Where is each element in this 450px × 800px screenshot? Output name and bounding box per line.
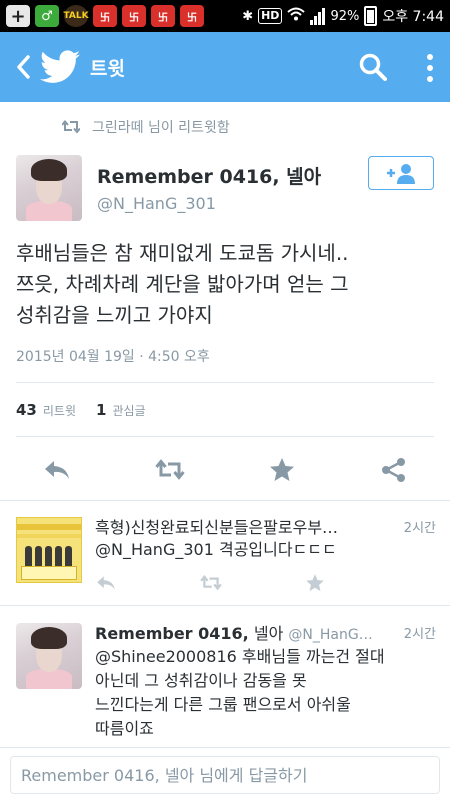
share-icon[interactable] [374, 450, 414, 490]
reply-header: 흑형)신청완료되신분들은팔로우부… [95, 514, 338, 538]
favorite-icon[interactable] [304, 572, 326, 594]
retweeted-by-text[interactable]: 그린라떼 님이 리트윗함 [92, 117, 230, 137]
tweet-text: 후배님들은 참 재미없게 도쿄돔 가시네.. 쯔읏, 차례차례 계단을 밟아가며… [16, 238, 436, 331]
avatar[interactable] [16, 155, 82, 221]
hd-voice-icon: HD [258, 8, 283, 24]
notification-icon-2: 卐 [122, 5, 146, 27]
app-notification-icon: ♂ [35, 5, 59, 27]
notification-icon-1: 卐 [93, 5, 117, 27]
tweet-text-line: 쯔읏, 차례차례 계단을 밟아가며 얻는 그 [16, 272, 349, 296]
retweet-icon [62, 120, 80, 134]
retweet-label[interactable]: 리트윗 [43, 402, 76, 419]
author-handle[interactable]: @N_HanG_301 [97, 194, 216, 213]
favorite-count[interactable]: 1 [96, 401, 106, 419]
reply-text-line: @Shinee2000816 후배님들 까는건 절대 [95, 647, 385, 666]
reply-text-line: 느낀다는게 다른 그룹 팬으로서 아쉬울 [95, 695, 351, 714]
reply-author[interactable]: 흑형)신청완료되신분들은팔로우부… [95, 518, 338, 537]
reply-text: @N_HanG_301 격공입니다ㄷㄷㄷ [95, 538, 440, 562]
reply-time: 2시간 [403, 521, 436, 536]
reply-text-line: 따름이죠 [95, 719, 154, 738]
tweet-text-line: 후배님들은 참 재미없게 도쿄돔 가시네.. [16, 241, 349, 265]
plus-icon: + [6, 5, 30, 27]
reply-input[interactable] [10, 756, 440, 794]
reply-text: @Shinee2000816 후배님들 까는건 절대 아닌데 그 성취감이나 감… [95, 645, 440, 741]
reply-text-line: 아닌데 그 성취감이나 감동을 못 [95, 671, 307, 690]
follow-add-icon [387, 164, 415, 184]
tweet-stats: 43 리트윗 1 관심글 [16, 401, 160, 419]
back-icon[interactable] [10, 54, 36, 80]
retweet-icon[interactable] [200, 572, 222, 594]
bluetooth-icon: ✱ [242, 8, 254, 24]
notification-icon-3: 卐 [151, 5, 175, 27]
retweet-count[interactable]: 43 [16, 401, 37, 419]
follow-button[interactable] [368, 156, 434, 190]
favorite-label[interactable]: 관심글 [112, 402, 145, 419]
divider [0, 500, 450, 501]
retweeted-by: 그린라떼 님이 리트윗함 [62, 117, 230, 137]
reply-time: 2시간 [403, 627, 436, 642]
author-name[interactable]: Remember 0416, 넬아 [97, 162, 321, 189]
tweet-text-line: 성취감을 느끼고 가야지 [16, 303, 213, 327]
favorite-icon[interactable] [262, 450, 302, 490]
kakaotalk-icon: TALK [63, 5, 89, 27]
clock: 오후 7:44 [382, 9, 444, 25]
twitter-bird-icon [40, 50, 80, 84]
search-icon[interactable] [358, 52, 388, 82]
reply-header: Remember 0416, 넬아 @N_HanG… [95, 620, 373, 644]
signal-icon [310, 7, 326, 25]
divider [0, 605, 450, 606]
app-bar: 트윗 [0, 32, 450, 102]
reply-avatar[interactable] [16, 517, 82, 583]
reply-author[interactable]: Remember 0416, [95, 624, 249, 643]
reply-avatar[interactable] [16, 623, 82, 689]
divider [16, 382, 434, 383]
battery-icon [364, 6, 378, 26]
tweet-actions [0, 450, 450, 490]
battery-percent: 92% [330, 8, 360, 24]
page-title: 트윗 [90, 57, 125, 80]
divider [16, 436, 434, 437]
reply-author-suffix[interactable]: 넬아 [254, 624, 283, 643]
reply-handle[interactable]: @N_HanG… [288, 627, 372, 643]
reply-composer [0, 747, 450, 800]
reply-icon[interactable] [95, 572, 117, 594]
more-icon[interactable] [426, 54, 434, 82]
retweet-icon[interactable] [150, 450, 190, 490]
status-bar: + ♂ TALK 卐 卐 卐 卐 ✱ HD 92% 오후 7:44 [0, 0, 450, 32]
wifi-icon [287, 7, 306, 25]
notification-icon-4: 卐 [180, 5, 204, 27]
reply-text-line: @N_HanG_301 격공입니다ㄷㄷㄷ [95, 540, 337, 559]
tweet-timestamp: 2015년 04월 19일 · 4:50 오후 [16, 349, 210, 365]
reply-icon[interactable] [37, 450, 77, 490]
